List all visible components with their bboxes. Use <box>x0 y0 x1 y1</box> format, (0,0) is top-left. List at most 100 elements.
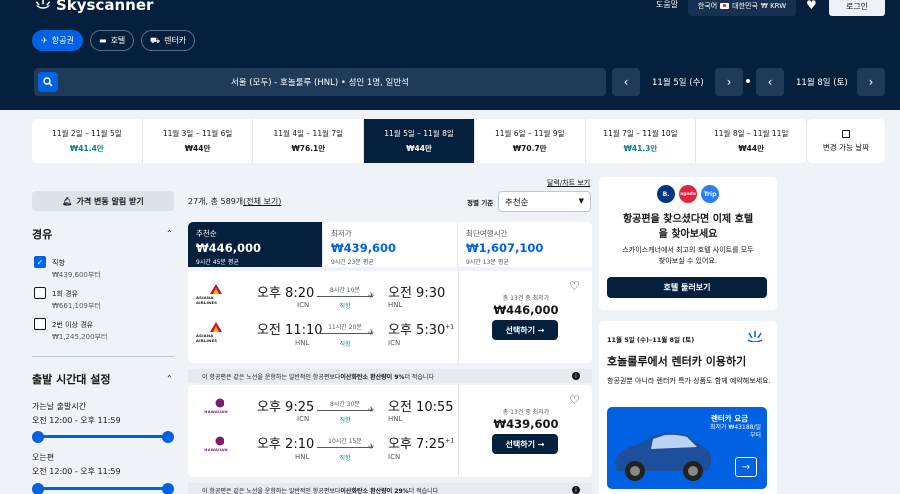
date-option[interactable]: 11월 3일 – 11월 6일 ₩44만 <box>143 119 254 163</box>
arrive-time: 오후 5:30+1 <box>388 319 454 338</box>
slider-handle-end[interactable] <box>162 483 174 494</box>
info-icon[interactable]: i <box>572 372 580 380</box>
flexible-dates-button[interactable]: 변경 가능 날짜 <box>806 119 885 163</box>
next-day-marker: +1 <box>445 437 455 445</box>
asiana-logo-icon <box>210 322 222 332</box>
date-price: ₩76.1만 <box>291 144 326 153</box>
date-option[interactable]: 11월 6일 – 11월 9일 ₩70.7만 <box>475 119 586 163</box>
date-range: 11월 7일 – 11월 10일 <box>603 129 678 138</box>
date-price: ₩44만 <box>738 144 764 153</box>
date-option-selected[interactable]: 11월 5일 – 11월 8일 ₩44만 <box>364 119 475 163</box>
sort-tab-price: ₩439,600 <box>331 241 397 255</box>
depart-airport: HNL <box>295 339 310 347</box>
depart-prev-button[interactable]: ‹ <box>612 68 640 96</box>
sort-select[interactable]: 추천순 ▼ <box>498 191 591 212</box>
stop-direct-checkbox[interactable]: ✓ <box>34 256 46 268</box>
hotel-promo-desc: 스카이스캐너에서 최고의 호텔 사이트를 모두 찾아보실 수 있어요. <box>599 245 777 267</box>
login-button[interactable]: 로그인 <box>829 0 885 16</box>
calendar-chart-link[interactable]: 달력/차트 보기 <box>547 178 590 188</box>
tab-car-rental-label: 렌터카 <box>164 36 187 45</box>
favorites-heart-icon[interactable]: ♥ <box>806 0 817 12</box>
next-day-marker: +1 <box>445 323 455 331</box>
outbound-time-range: 오전 12:00 - 오후 11:59 <box>32 416 121 425</box>
slider-handle-start[interactable] <box>32 483 44 494</box>
hawaiian-logo-icon <box>215 398 224 408</box>
price-alert-button[interactable]: 🔔︎ 가격 변동 알림 받기 <box>32 191 174 211</box>
return-date[interactable]: 11월 8일 (토) <box>796 68 848 96</box>
stops-label: 직항 <box>339 417 351 424</box>
select-button[interactable]: 선택하기 → <box>492 434 558 454</box>
itinerary-price: ₩439,600 <box>493 417 559 431</box>
date-price: ₩44만 <box>406 144 432 153</box>
sort-tab-duration: 9시간 45분 평균 <box>196 259 239 266</box>
plane-icon: ✈ <box>368 442 375 451</box>
tab-car-rental[interactable]: ⛟ 렌터카 <box>141 30 196 51</box>
slider-handle-end[interactable] <box>162 431 174 443</box>
eco-note-highlight: 이산화탄소 환산량이 29% <box>340 487 409 494</box>
sunrise-icon <box>35 0 51 9</box>
sort-tab-fastest[interactable]: 최단여행시간 ₩1,607,100 9시간 13분 평균 <box>458 222 592 267</box>
stop-two-plus-checkbox[interactable] <box>34 318 46 330</box>
sort-tab-duration: 9시간 13분 평균 <box>466 259 509 266</box>
arrow-right-icon[interactable]: → <box>735 457 757 477</box>
date-option[interactable]: 11월 4일 – 11월 7일 ₩76.1만 <box>253 119 365 163</box>
itinerary-card[interactable]: ASIANA AIRLINES 오후 8:20 ICN 8시간 10분 ✈ 직항… <box>188 271 592 363</box>
info-icon[interactable]: i <box>572 486 580 494</box>
date-option[interactable]: 11월 2일 – 11월 5일 ₩41.4만 <box>32 119 143 163</box>
date-range: 11월 6일 – 11월 9일 <box>494 129 565 138</box>
car-deal-banner[interactable]: 렌터카 요금 최저가 ₩43188/일 부터 → <box>607 407 767 489</box>
save-heart-icon[interactable]: ♡ <box>569 279 580 293</box>
itinerary-card[interactable]: HAWAIIAN 오후 9:25 ICN 8시간 30분 ✈ 직항 오전 10:… <box>188 385 592 477</box>
save-heart-icon[interactable]: ♡ <box>569 393 580 407</box>
date-option[interactable]: 11월 7일 – 11월 10일 ₩41.3만 <box>586 119 697 163</box>
skyscanner-logo[interactable]: Skyscanner <box>34 0 153 14</box>
select-button[interactable]: 선택하기 → <box>492 320 558 340</box>
stop-option-label: 1회 경유 <box>52 290 78 298</box>
sort-tabs: 추천순 ₩446,000 9시간 45분 평균 최저가 ₩439,600 9시간… <box>188 222 592 267</box>
depart-next-button[interactable]: › <box>715 68 743 96</box>
search-icon[interactable] <box>38 72 58 92</box>
sort-tab-cheapest[interactable]: 최저가 ₩439,600 9시간 23분 평균 <box>323 222 458 267</box>
car-deal-price: 최저가 ₩43188/일 부터 <box>677 424 761 440</box>
sort-tab-best[interactable]: 추천순 ₩446,000 9시간 45분 평균 <box>188 222 323 267</box>
date-range: 11월 3일 – 11월 6일 <box>162 129 233 138</box>
view-all-link[interactable]: (전체 보기) <box>243 197 281 206</box>
itinerary-price: ₩446,000 <box>493 303 559 317</box>
help-link[interactable]: 도움말 <box>656 0 678 10</box>
sort-tab-label: 최단여행시간 <box>466 229 508 238</box>
car-promo-title: 호놀룰루에서 렌터카 이용하기 <box>607 355 747 368</box>
outbound-time-label: 가는날 출발시간 <box>32 402 87 411</box>
return-next-button[interactable]: › <box>857 68 885 96</box>
date-price-strip: 11월 2일 – 11월 5일 ₩41.4만 11월 3일 – 11월 6일 ₩44… <box>32 119 806 163</box>
date-range: 11월 5일 – 11월 8일 <box>384 129 454 138</box>
depart-time: 오후 8:20 <box>257 286 315 301</box>
search-summary-bar[interactable]: 서울 (모두) - 호놀룰루 (HNL) • 성인 1명, 일반석 <box>34 68 606 96</box>
stop-one-checkbox[interactable] <box>34 287 46 299</box>
bed-icon: ▬ <box>99 36 107 45</box>
outbound-time-slider[interactable] <box>38 435 168 438</box>
date-option[interactable]: 11월 8일 – 11월 11일 ₩44만 <box>696 119 806 163</box>
airline-name: HAWAIIAN <box>204 447 228 452</box>
depart-airport: HNL <box>295 453 310 461</box>
browse-hotels-button[interactable]: 호텔 둘러보기 <box>607 277 767 298</box>
slider-handle-start[interactable] <box>32 431 44 443</box>
chevron-up-icon[interactable]: ⌃ <box>166 374 173 383</box>
itinerary-price-panel: ♡ 총 13건 중 최저가 ₩446,000 선택하기 → <box>458 271 592 363</box>
tab-hotels[interactable]: ▬ 호텔 <box>90 30 135 51</box>
plane-icon: ✈ <box>368 291 375 300</box>
depart-date[interactable]: 11월 5일 (수) <box>652 68 704 96</box>
arrive-time: 오후 7:25+1 <box>388 433 454 452</box>
locale-selector[interactable]: 한국어 대한민국 ₩ KRW <box>688 0 796 16</box>
date-range: 11월 8일 – 11월 11일 <box>714 129 789 138</box>
airline-name: ASIANA AIRLINES <box>196 333 218 343</box>
return-prev-button[interactable]: ‹ <box>756 68 784 96</box>
airline-name: ASIANA AIRLINES <box>196 295 218 305</box>
car-deal-price-line: 최저가 ₩43188/일 <box>709 424 761 431</box>
arrive-time-value: 오후 7:25 <box>388 437 446 452</box>
airline-logo: ASIANA AIRLINES <box>196 284 236 305</box>
chevron-up-icon[interactable]: ⌃ <box>166 229 173 238</box>
tab-flights[interactable]: ✈ 항공권 <box>32 30 83 51</box>
plane-icon: ✈ <box>41 36 48 45</box>
return-time-slider[interactable] <box>38 487 168 490</box>
eco-note-highlight: 이산화탄소 환산량이 9% <box>340 373 405 381</box>
